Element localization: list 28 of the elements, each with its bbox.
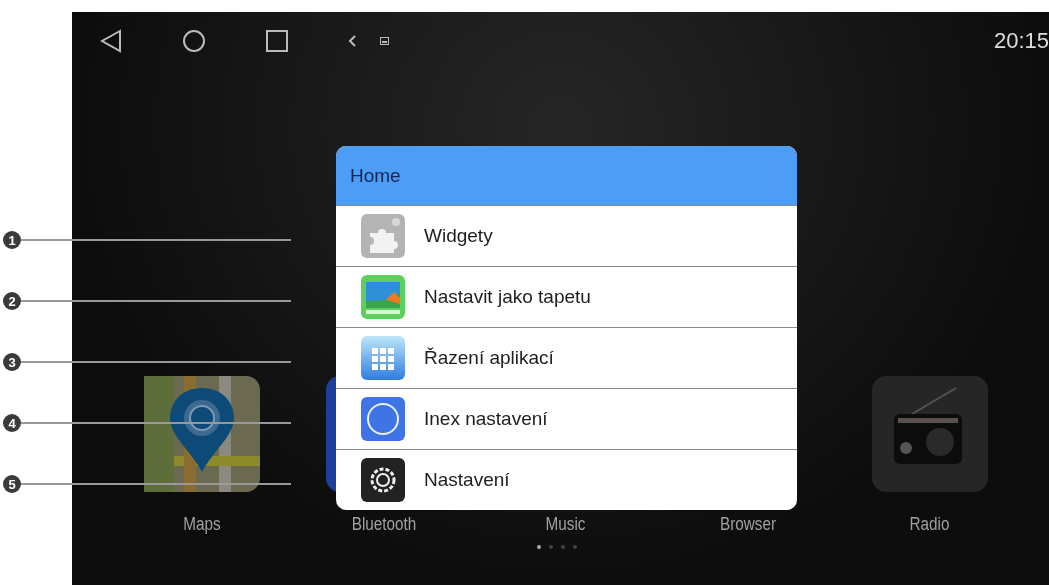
app-label[interactable]: Maps (183, 514, 221, 535)
menu-item[interactable]: Nastavení (336, 449, 797, 510)
callout-number: 4 (3, 414, 21, 432)
app-label[interactable]: Browser (719, 514, 777, 535)
dialog-title: Home (350, 164, 401, 187)
map-pin-icon[interactable] (144, 376, 260, 492)
menu-item[interactable]: Inex nastavení (336, 388, 797, 449)
menu-item[interactable]: Řazení aplikací (336, 327, 797, 388)
callout-number: 3 (3, 353, 21, 371)
recents-icon[interactable] (266, 30, 288, 52)
callout-number: 5 (3, 475, 21, 493)
callout-number: 2 (3, 292, 21, 310)
grid-icon (360, 335, 406, 381)
image-icon (380, 37, 389, 45)
radio-icon[interactable] (872, 376, 988, 492)
back-icon[interactable] (100, 29, 122, 53)
callout-number: 1 (3, 231, 21, 249)
landscape-icon (360, 274, 406, 320)
chevron-left-icon[interactable] (348, 35, 356, 47)
puzzle-icon (360, 213, 406, 259)
menu-item[interactable]: Nastavit jako tapetu (336, 266, 797, 327)
home-icon[interactable] (182, 29, 206, 53)
menu-item[interactable]: Widgety (336, 205, 797, 266)
settings-icon (360, 457, 406, 503)
app-label[interactable]: Radio (910, 514, 950, 535)
app-label[interactable]: Bluetooth (351, 514, 417, 535)
status-time: 20:15 (993, 28, 1049, 54)
app-label[interactable]: Music (546, 514, 586, 535)
